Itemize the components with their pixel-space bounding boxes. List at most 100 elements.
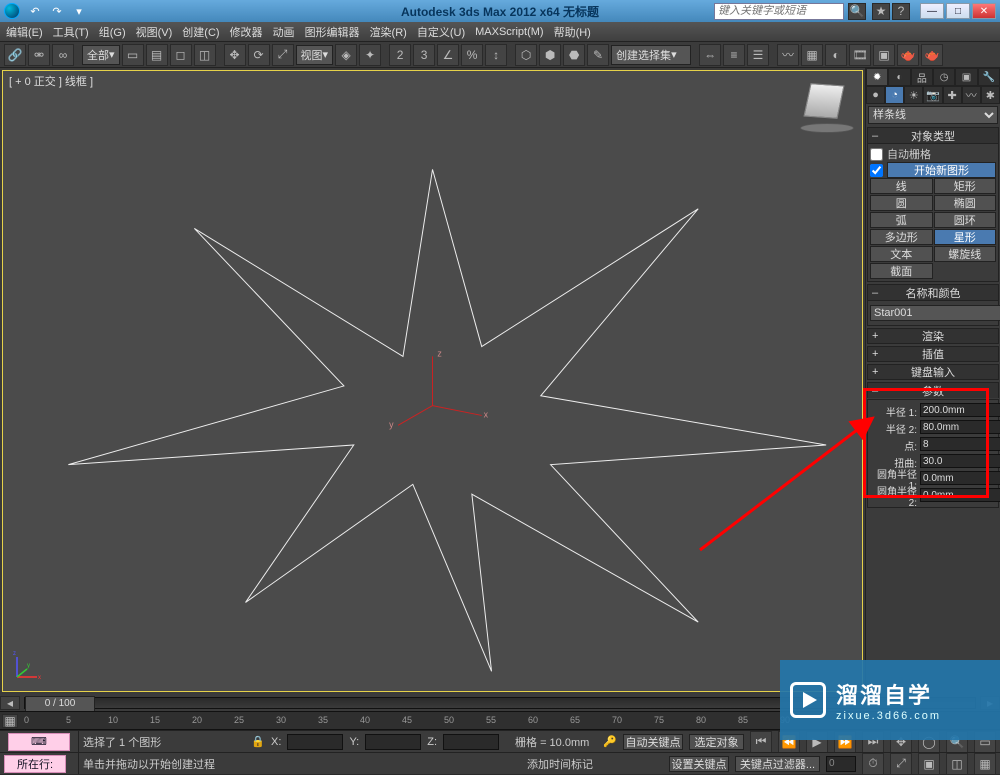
coord-x[interactable] <box>287 734 343 750</box>
coord-z[interactable] <box>443 734 499 750</box>
menu-customize[interactable]: 自定义(U) <box>417 24 465 40</box>
snap-2d-icon[interactable]: 2 <box>389 44 411 66</box>
points-input[interactable] <box>920 437 1000 451</box>
render-prod-icon[interactable]: 🫖 <box>897 44 919 66</box>
tab-create[interactable]: ✹ <box>866 68 888 86</box>
link-icon[interactable]: 🔗 <box>4 44 26 66</box>
manip-icon[interactable]: ✦ <box>359 44 381 66</box>
maximize-button[interactable]: □ <box>946 3 970 19</box>
menu-help[interactable]: 帮助(H) <box>554 24 591 40</box>
time-prev[interactable]: ◂ <box>0 696 20 710</box>
menu-grapheditors[interactable]: 图形编辑器 <box>305 24 360 40</box>
select-icon[interactable]: ▭ <box>122 44 144 66</box>
object-name-input[interactable] <box>870 305 1000 321</box>
shape-rectangle[interactable]: 矩形 <box>934 178 997 194</box>
maxscript-mini-button[interactable]: ⌨ <box>8 733 70 751</box>
select-rect-icon[interactable]: ◻ <box>170 44 192 66</box>
align-icon[interactable]: ≡ <box>723 44 745 66</box>
close-button[interactable]: ✕ <box>972 3 996 19</box>
qat-dropdown[interactable]: ▾ <box>70 2 88 20</box>
named-selset-dropdown[interactable]: 创建选择集 ▾ <box>611 45 691 65</box>
angle-snap-icon[interactable]: ∠ <box>437 44 459 66</box>
fillet1-input[interactable] <box>920 471 1000 485</box>
lock-icon[interactable]: 🔒 <box>251 735 265 748</box>
fillet2-input[interactable] <box>920 488 1000 502</box>
selection-filter-dropdown[interactable]: 全部 ▾ <box>82 45 120 65</box>
window-crossing-icon[interactable]: ◫ <box>194 44 216 66</box>
edit-named-icon[interactable]: ✎ <box>587 44 609 66</box>
setkey-button[interactable]: 设置关键点 <box>669 756 729 772</box>
timeconfig-icon[interactable]: ⏱ <box>862 753 884 775</box>
percent-snap-icon[interactable]: % <box>461 44 483 66</box>
shape-star[interactable]: 星形 <box>934 229 997 245</box>
time-thumb[interactable]: 0 / 100 <box>25 696 95 712</box>
radius1-input[interactable] <box>920 403 1000 417</box>
menu-view[interactable]: 视图(V) <box>136 24 173 40</box>
schematic-icon[interactable]: ▦ <box>801 44 823 66</box>
tab-utilities[interactable]: 🔧 <box>978 68 1000 86</box>
search-input[interactable] <box>714 3 844 20</box>
mat-editor-icon[interactable]: ◐ <box>825 44 847 66</box>
rollout-rendering[interactable]: +渲染 <box>867 328 999 344</box>
autokey-button[interactable]: 自动关键点 <box>623 734 683 750</box>
add-time-tag[interactable]: 添加时间标记 <box>527 756 593 772</box>
subtab-spacewarps[interactable]: 〰 <box>962 86 981 104</box>
magnet3-icon[interactable]: ⬣ <box>563 44 585 66</box>
key-icon[interactable]: 🔑 <box>603 735 617 748</box>
mirror-icon[interactable]: ⇔ <box>699 44 721 66</box>
undo-button[interactable]: ↶ <box>26 2 44 20</box>
subtab-shapes[interactable]: ◔ <box>885 86 904 104</box>
shape-ngon[interactable]: 多边形 <box>870 229 933 245</box>
layers-icon[interactable]: ☰ <box>747 44 769 66</box>
tab-modify[interactable]: ◐ <box>888 68 910 86</box>
redo-button[interactable]: ↷ <box>48 2 66 20</box>
distortion-input[interactable] <box>920 454 1000 468</box>
subtab-systems[interactable]: ✱ <box>981 86 1000 104</box>
menu-animation[interactable]: 动画 <box>273 24 295 40</box>
current-frame-input[interactable] <box>826 756 856 772</box>
subtab-helpers[interactable]: ✚ <box>943 86 962 104</box>
radius2-input[interactable] <box>920 420 1000 434</box>
move-icon[interactable]: ✥ <box>224 44 246 66</box>
shape-helix[interactable]: 螺旋线 <box>934 246 997 262</box>
select-name-icon[interactable]: ▤ <box>146 44 168 66</box>
pivot-icon[interactable]: ◈ <box>335 44 357 66</box>
start-shape-button[interactable]: 开始新图形 <box>887 162 996 178</box>
coord-y[interactable] <box>365 734 421 750</box>
render-frame-icon[interactable]: ▣ <box>873 44 895 66</box>
shape-arc[interactable]: 弧 <box>870 212 933 228</box>
nav-zoomall-icon[interactable]: ▣ <box>918 753 940 775</box>
menu-rendering[interactable]: 渲染(R) <box>370 24 407 40</box>
shape-line[interactable]: 线 <box>870 178 933 194</box>
render-setup-icon[interactable]: 🎞 <box>849 44 871 66</box>
rollout-interpolation[interactable]: +插值 <box>867 346 999 362</box>
render-icon[interactable]: 🫖 <box>921 44 943 66</box>
menu-modifiers[interactable]: 修改器 <box>230 24 263 40</box>
unlink-icon[interactable]: ⚮ <box>28 44 50 66</box>
startshape-checkbox[interactable] <box>870 164 883 177</box>
rotate-icon[interactable]: ⟳ <box>248 44 270 66</box>
shape-section[interactable]: 截面 <box>870 263 933 279</box>
tab-display[interactable]: ▣ <box>955 68 977 86</box>
shape-category-dropdown[interactable]: 样条线 <box>868 106 998 124</box>
autogrid-checkbox[interactable] <box>870 148 883 161</box>
subtab-geometry[interactable]: ● <box>866 86 885 104</box>
menu-maxscript[interactable]: MAXScript(M) <box>475 26 543 38</box>
listener-label[interactable]: 所在行: <box>4 755 66 773</box>
viewcube[interactable] <box>800 79 854 133</box>
nav-region-icon[interactable]: ◫ <box>946 753 968 775</box>
help-icon[interactable]: ? <box>892 3 910 20</box>
subtab-lights[interactable]: ☀ <box>904 86 923 104</box>
curve-editor-icon[interactable]: 〰 <box>777 44 799 66</box>
minimize-button[interactable]: — <box>920 3 944 19</box>
shape-text[interactable]: 文本 <box>870 246 933 262</box>
bind-icon[interactable]: ∞ <box>52 44 74 66</box>
tab-motion[interactable]: ◷ <box>933 68 955 86</box>
snap-3d-icon[interactable]: 3 <box>413 44 435 66</box>
refcoord-dropdown[interactable]: 视图 ▾ <box>296 45 334 65</box>
rollout-keyboard-entry[interactable]: +键盘输入 <box>867 364 999 380</box>
menu-tools[interactable]: 工具(T) <box>53 24 89 40</box>
viewport[interactable]: [ + 0 正交 ] 线框 ] z x y z x y <box>2 70 863 692</box>
nav-zoomext-icon[interactable]: ⤢ <box>890 753 912 775</box>
magnet-icon[interactable]: ⬡ <box>515 44 537 66</box>
